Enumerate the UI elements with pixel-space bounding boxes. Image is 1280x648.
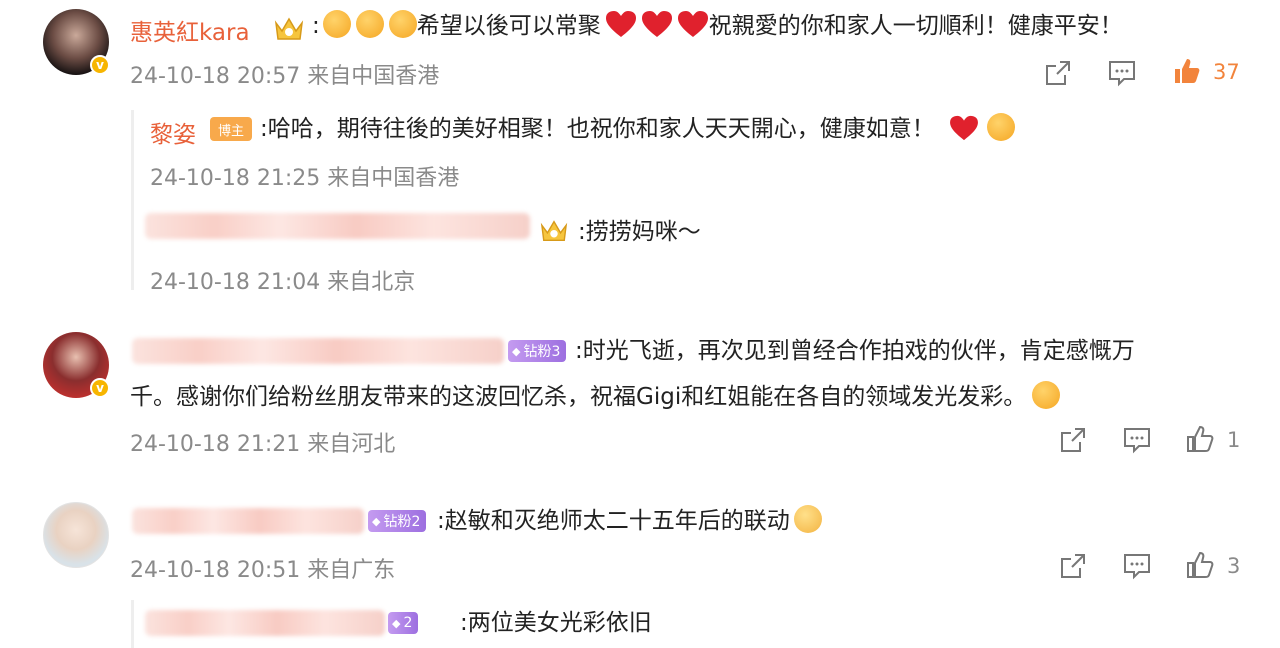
timestamp: 24-10-18 21:21: [130, 432, 301, 457]
share-icon[interactable]: [1058, 551, 1088, 581]
crown-badge-icon: [274, 17, 304, 40]
comment-text: :赵敏和灭绝师太二十五年后的联动: [437, 504, 822, 538]
level-badge: ◆ 钻粉2: [368, 510, 427, 532]
comment-icon[interactable]: [1122, 425, 1152, 455]
comment-text-middle: 希望以後可以常聚: [416, 13, 601, 39]
comment-text-line1: :时光飞逝，再次见到曾经合作拍戏的伙伴，肯定感慨万: [575, 338, 1135, 364]
comment-icon[interactable]: [1122, 551, 1152, 581]
comment-text-prefix: :: [312, 13, 320, 39]
doge-emoji-icon: [793, 505, 822, 533]
timestamp: 24-10-18 21:04: [150, 270, 321, 295]
comment-text: : 希望以後可以常聚 祝親愛的你和家人一切順利！健康平安！: [312, 9, 1123, 43]
blurred-username: [132, 338, 504, 364]
share-icon[interactable]: [1058, 425, 1088, 455]
reply-meta: 24-10-18 21:04 来自北京: [150, 264, 415, 296]
heart-icon: [677, 11, 708, 37]
comment-meta: 24-10-18 20:51 来自广东: [130, 552, 395, 584]
location: 来自河北: [307, 432, 396, 457]
location: 来自北京: [327, 270, 416, 295]
comment-icon[interactable]: [1107, 58, 1137, 88]
share-icon[interactable]: [1043, 58, 1073, 88]
location: 来自中国香港: [307, 64, 440, 89]
comment-author[interactable]: 惠英紅kara: [130, 13, 250, 47]
reply-thread-line: [131, 600, 134, 648]
comment-text-line2: 千。感谢你们给粉丝朋友带来的这波回忆杀，祝福Gigi和红姐能在各自的领域发光发彩…: [130, 380, 1061, 414]
heart-icon: [605, 11, 636, 37]
comment-text-body: 千。感谢你们给粉丝朋友带来的这波回忆杀，祝福Gigi和红姐能在各自的领域发光发彩…: [130, 384, 1027, 410]
reply-text: :两位美女光彩依旧: [460, 610, 652, 636]
level-badge-text: 2: [403, 615, 413, 631]
avatar[interactable]: [43, 502, 109, 568]
comment-meta: 24-10-18 20:57 来自中国香港: [130, 58, 439, 90]
like-count: 1: [1227, 428, 1241, 452]
thinking-emoji-icon: [355, 10, 384, 38]
thumbs-up-icon[interactable]: [1185, 424, 1215, 454]
heart-icon: [641, 11, 672, 37]
reply-meta: 24-10-18 21:25 来自中国香港: [150, 160, 459, 192]
verified-badge-icon: v: [90, 378, 110, 398]
timestamp: 24-10-18 21:25: [150, 166, 321, 191]
author-badge: 博主: [210, 117, 252, 141]
like-count: 3: [1227, 554, 1241, 578]
diamond-icon: ◆: [372, 514, 381, 528]
thinking-emoji-icon: [322, 10, 351, 38]
heart-icon: [949, 115, 978, 141]
timestamp: 24-10-18 20:51: [130, 558, 301, 583]
level-badge-text: 钻粉2: [383, 514, 421, 530]
reply-text: :捞捞妈咪～: [578, 219, 701, 245]
location: 来自中国香港: [327, 166, 460, 191]
wink-emoji-icon: [986, 113, 1015, 141]
reply-text: :哈哈，期待往後的美好相聚！也祝你和家人天天開心，健康如意！: [260, 112, 1015, 146]
level-badge-text: 钻粉3: [523, 344, 561, 360]
reply-thread-line: [131, 110, 134, 290]
crown-badge-icon: [540, 220, 568, 241]
thumbs-up-icon[interactable]: [1172, 56, 1202, 86]
level-badge: ◆ 2: [388, 612, 419, 634]
comment-text-end: 祝親愛的你和家人一切順利！健康平安！: [708, 13, 1123, 39]
comment-meta: 24-10-18 21:21 来自河北: [130, 426, 395, 458]
level-badge: ◆ 钻粉3: [508, 340, 567, 362]
blurred-username: [145, 610, 385, 636]
diamond-icon: ◆: [512, 344, 521, 358]
shocked-emoji-icon: [1032, 381, 1061, 409]
blurred-username: [132, 508, 364, 534]
diamond-icon: ◆: [392, 616, 401, 630]
location: 来自广东: [307, 558, 396, 583]
blurred-username: [145, 213, 530, 239]
thinking-emoji-icon: [388, 10, 417, 38]
reply-text-body: :哈哈，期待往後的美好相聚！也祝你和家人天天開心，健康如意！: [260, 116, 935, 142]
verified-badge-icon: v: [90, 55, 110, 75]
timestamp: 24-10-18 20:57: [130, 64, 301, 89]
comment-text-body: :赵敏和灭绝师太二十五年后的联动: [437, 508, 790, 534]
reply-author[interactable]: 黎姿: [150, 115, 196, 149]
thumbs-up-icon[interactable]: [1185, 550, 1215, 580]
like-count: 37: [1213, 60, 1240, 84]
